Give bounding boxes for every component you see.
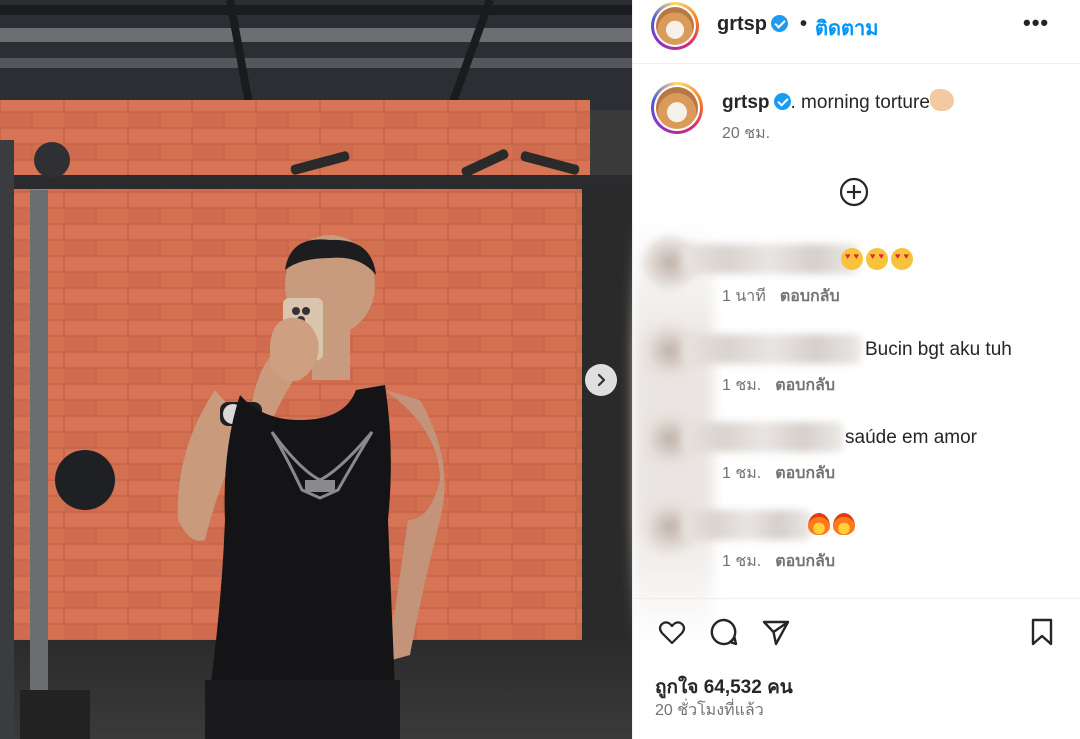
comment-time[interactable]: 1 ชม.: [722, 553, 761, 570]
load-more-comments-icon[interactable]: [838, 176, 870, 208]
caption-time[interactable]: 20 ชม.: [722, 121, 770, 146]
reply-button[interactable]: ตอบกลับ: [775, 465, 835, 482]
header-avatar[interactable]: [651, 2, 699, 50]
heart-icon[interactable]: [657, 617, 687, 647]
gym-mirror-selfie-image: [0, 0, 632, 739]
reply-button[interactable]: ตอบกลับ: [775, 377, 835, 394]
caption-avatar[interactable]: [651, 82, 703, 134]
blurred-username: [683, 422, 843, 452]
comment-meta: 1 นาที ตอบกลับ: [722, 284, 840, 309]
comment-meta: 1 ชม. ตอบกลับ: [722, 549, 835, 574]
heart-eyes-emoji-icon: [841, 248, 863, 270]
blurred-username: [683, 244, 858, 274]
comment-item: Bucin bgt aku tuh 1 ชม. ตอบกลับ: [633, 318, 1080, 398]
next-photo-button[interactable]: [585, 364, 617, 396]
chevron-right-icon: [597, 373, 606, 387]
caption: grtsp . morning torture: [722, 89, 957, 114]
blurred-username: [683, 334, 861, 364]
heart-eyes-emoji-icon: [866, 248, 888, 270]
comment-text: [841, 248, 916, 273]
share-icon[interactable]: [761, 617, 791, 647]
comment-time[interactable]: 1 นาที: [722, 288, 766, 305]
reply-button[interactable]: ตอบกลับ: [775, 553, 835, 570]
fire-emoji-icon: [833, 513, 855, 535]
comment-item: saúde em amor 1 ชม. ตอบกลับ: [633, 406, 1080, 486]
post-age: 20 ชั่วโมงที่แล้ว: [655, 702, 764, 719]
fire-emoji-icon: [808, 513, 830, 535]
reply-button[interactable]: ตอบกลับ: [780, 288, 840, 305]
heart-eyes-emoji-icon: [891, 248, 913, 270]
caption-username[interactable]: grtsp: [722, 92, 770, 113]
bookmark-icon[interactable]: [1027, 617, 1057, 647]
comment-icon[interactable]: [709, 617, 739, 647]
comment-item: 1 นาที ตอบกลับ: [633, 230, 1080, 310]
more-options-button[interactable]: •••: [1023, 10, 1049, 36]
comment-meta: 1 ชม. ตอบกลับ: [722, 373, 835, 398]
comment-item: 1 ชม. ตอบกลับ: [633, 494, 1080, 574]
comment-text: Bucin bgt aku tuh: [865, 339, 1012, 360]
header-separator: •: [800, 13, 808, 35]
comment-time[interactable]: 1 ชม.: [722, 465, 761, 482]
verified-badge-icon: [773, 93, 791, 110]
verified-badge-icon: [771, 15, 788, 32]
header-username[interactable]: grtsp: [717, 13, 788, 36]
caption-text: . morning torture: [790, 92, 930, 113]
post-photo[interactable]: [0, 0, 632, 739]
action-bar: [633, 598, 1080, 660]
post-header: grtsp • ติดตาม •••: [633, 0, 1080, 64]
blurred-username: [683, 510, 811, 540]
flexed-biceps-emoji-icon: [929, 89, 954, 111]
comment-time[interactable]: 1 ชม.: [722, 377, 761, 394]
follow-button[interactable]: ติดตาม: [815, 12, 878, 44]
post-panel: grtsp • ติดตาม ••• grtsp . morning tortur…: [632, 0, 1080, 739]
comment-meta: 1 ชม. ตอบกลับ: [722, 461, 835, 486]
comment-text: saúde em amor: [845, 427, 978, 448]
comment-text: [808, 513, 858, 538]
